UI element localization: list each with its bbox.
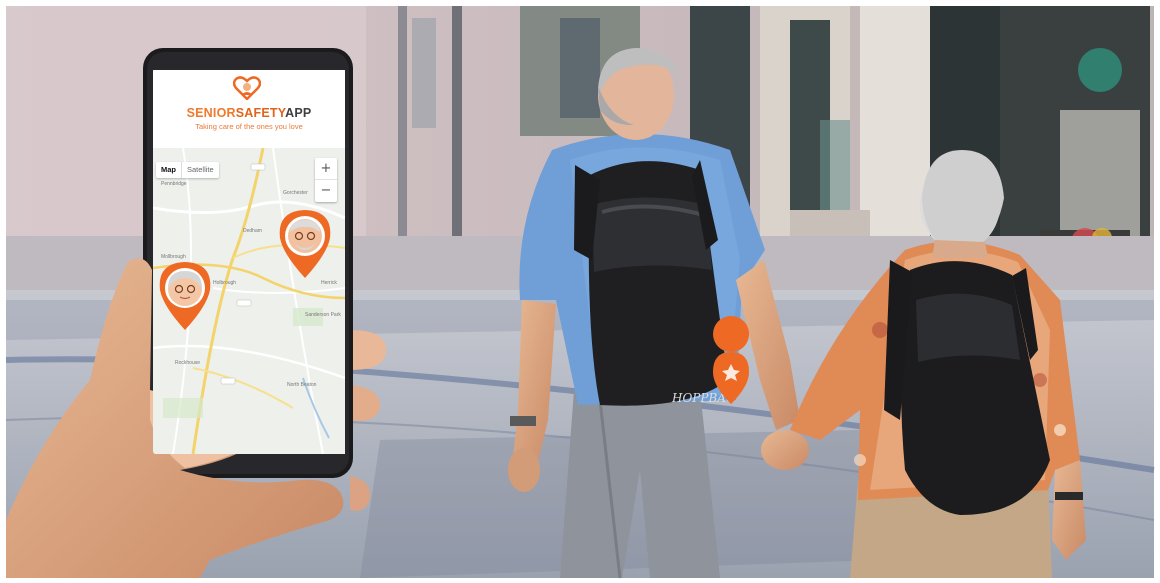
app-header: SENIORSAFETYAPP Taking care of the ones … [153,70,345,148]
zoom-out-button[interactable]: − [315,180,337,202]
zoom-in-button[interactable]: + [315,158,337,180]
map-place-label: Gorchester [283,190,308,196]
app-tagline: Taking care of the ones you love [195,122,303,131]
map-type-satellite-button[interactable]: Satellite [181,162,219,178]
brand-part2: SAFETY [235,106,286,120]
map-place-label: Sanderson Park [305,312,341,318]
map-place-label: Dedham [243,228,262,234]
heart-logo-icon [233,76,261,100]
location-pin-icon[interactable] [277,208,333,280]
map-type-map-button[interactable]: Map [156,162,181,178]
brand-part1: SENIOR [186,106,236,120]
map-place-label: North Beaton [287,382,317,388]
map-place-label: Herrick [321,280,337,286]
pole [398,6,407,256]
zoom-control: + − [315,158,337,202]
app-title: SENIORSAFETYAPP [153,106,345,120]
map-place-label: Pennbridge [161,181,187,187]
location-pin-icon[interactable] [157,260,213,332]
brand-part3: APP [285,106,312,120]
map-place-label: Holbrough [213,280,237,286]
phone-screen: SENIORSAFETYAPP Taking care of the ones … [153,70,345,454]
map-type-control: Map Satellite [156,162,219,178]
map-place-label: Rockhouse [175,360,201,366]
